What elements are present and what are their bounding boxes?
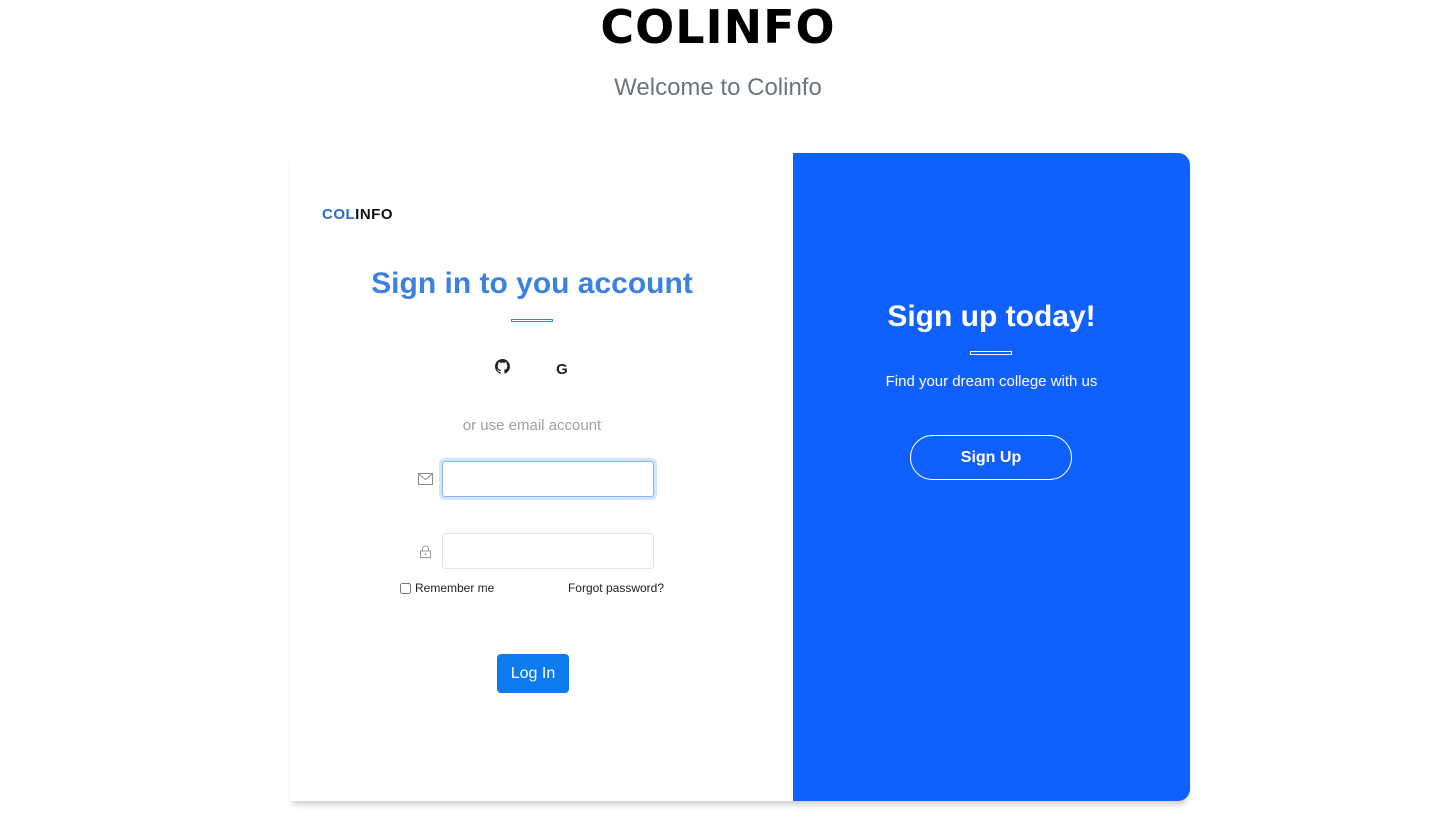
- email-field-row: [416, 461, 654, 497]
- remember-me-text: Remember me: [415, 581, 495, 595]
- envelope-icon: [416, 470, 434, 488]
- brand-part-col: COL: [322, 206, 356, 223]
- social-login-row: G: [290, 358, 774, 380]
- auth-card: COLINFO Sign in to you account G or use …: [290, 153, 1190, 801]
- password-field-row: [416, 533, 654, 569]
- login-page: COLINFO Welcome to Colinfo COLINFO Sign …: [0, 0, 1436, 822]
- site-title: COLINFO: [600, 0, 836, 54]
- lock-icon: [416, 542, 434, 560]
- github-icon: [494, 359, 510, 379]
- remember-forgot-row: Remember me Forgot password?: [400, 581, 664, 595]
- signup-divider: [970, 351, 1012, 355]
- site-subtitle: Welcome to Colinfo: [614, 74, 822, 101]
- signup-panel: Sign up today! Find your dream college w…: [793, 153, 1190, 801]
- remember-me-label[interactable]: Remember me: [400, 581, 494, 595]
- forgot-password-link[interactable]: Forgot password?: [568, 581, 664, 595]
- signup-button[interactable]: Sign Up: [910, 435, 1072, 480]
- signup-title: Sign up today!: [887, 300, 1096, 333]
- signup-subtitle: Find your dream college with us: [885, 373, 1098, 390]
- google-login-button[interactable]: G: [551, 358, 573, 380]
- signin-divider: [511, 319, 553, 322]
- or-use-email-text: or use email account: [462, 417, 602, 434]
- email-input[interactable]: [442, 461, 654, 497]
- brand-part-info: INFO: [355, 206, 394, 223]
- signin-panel: COLINFO Sign in to you account G or use …: [290, 153, 793, 801]
- google-icon: G: [556, 360, 568, 378]
- remember-me-checkbox[interactable]: [400, 582, 411, 594]
- github-login-button[interactable]: [491, 358, 513, 380]
- password-input[interactable]: [442, 533, 654, 569]
- signin-title: Sign in to you account: [371, 267, 693, 300]
- login-button[interactable]: Log In: [497, 654, 569, 693]
- brand-logo[interactable]: COLINFO: [322, 206, 393, 223]
